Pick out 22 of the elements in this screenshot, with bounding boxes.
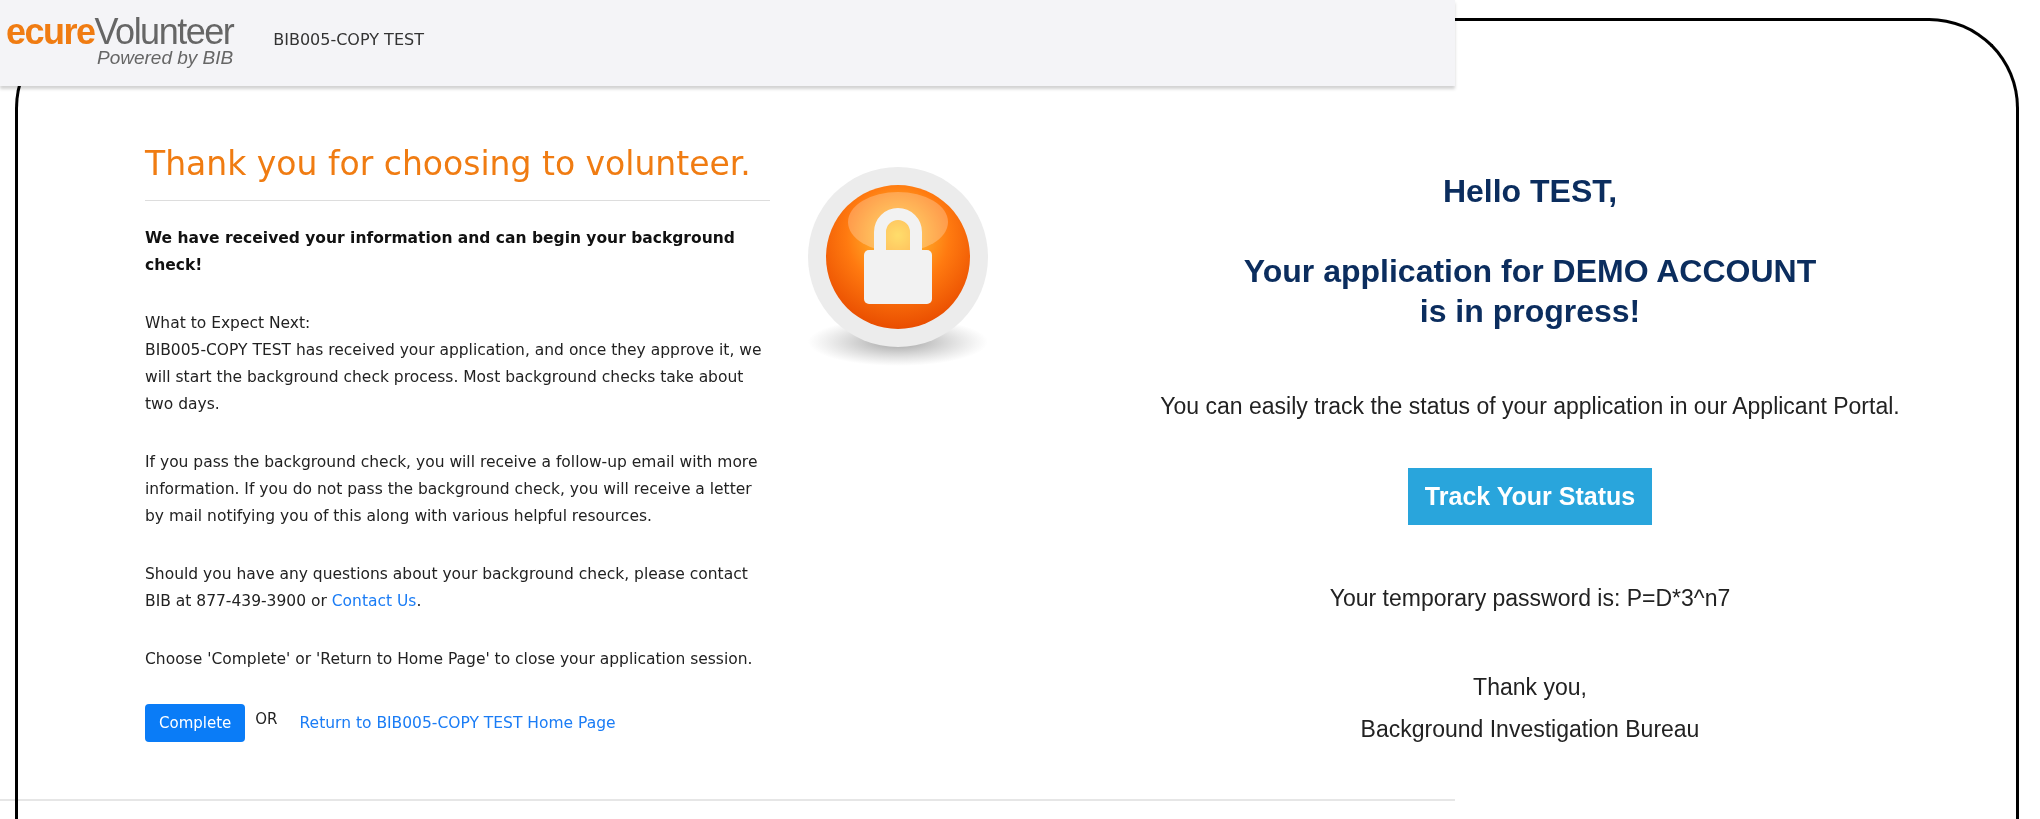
contact-paragraph: Should you have any questions about your background check, please contact BIB at 877-439-3900 or Contact Us. (145, 564, 749, 612)
body-paragraph: BIB005-COPY TEST has received your application, and once they approve it, we will start the background check process. Most background checks take about two days. (145, 340, 763, 415)
contact-link[interactable]: Contact Us (331, 592, 417, 610)
signature-text: Background Investigation Bureau (1360, 715, 1700, 744)
password-text: Your temporary password is: P=D*3^n7 (1329, 585, 1731, 612)
message-text: You can easily track the status of your application in our Applicant Portal. (1160, 393, 1900, 420)
status-heading: Your application for DEMO ACCOUNT is in progress! (1243, 252, 1817, 331)
track-status-button[interactable]: Track Your Status (1407, 468, 1653, 525)
closing-text: Thank you, (1473, 673, 1587, 702)
logo-text: Volunteer (94, 14, 234, 50)
logo-text: ecure (6, 14, 95, 50)
logo-tagline: Powered by BIB (96, 48, 234, 68)
page-heading: Thank you for choosing to volunteer. (145, 143, 751, 185)
home-page-link[interactable]: Return to BIB005-COPY TEST Home Page (299, 709, 616, 737)
organization-name: BIB005-COPY TEST (273, 30, 424, 49)
greeting-heading: Hello TEST, (1442, 172, 1618, 211)
body-paragraph: If you pass the background check, you will receive a follow-up email with more information. If you do not pass the background check, you will receive a letter by mail notifying you of this along with various helpful resources. (145, 452, 759, 527)
section-title: What to Expect Next: (145, 313, 312, 334)
separator-text: OR (255, 709, 278, 730)
complete-button[interactable]: Complete (145, 704, 246, 742)
confirmation-message: We have received your information and can begin your background check! (145, 228, 736, 276)
instruction-paragraph: Choose 'Complete' or 'Return to Home Page' to close your application session. (145, 649, 754, 670)
